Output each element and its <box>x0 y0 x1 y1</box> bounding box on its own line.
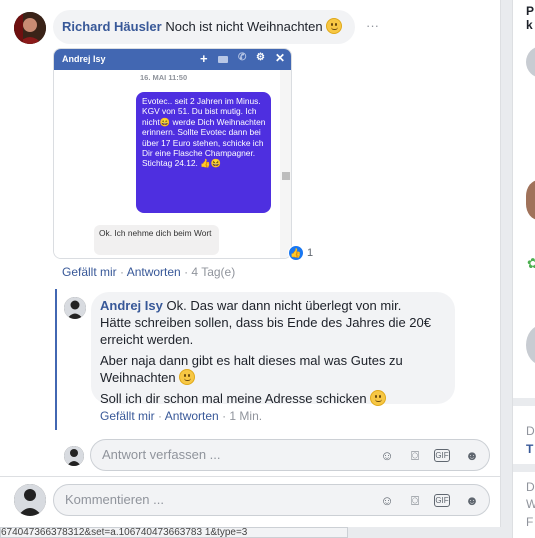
avatar <box>14 484 46 516</box>
reply-text-line: Weihnachten <box>100 370 176 385</box>
reply-text-line: Ok. Das war dann nicht überlegt von mir. <box>166 298 402 313</box>
close-icon: ✕ <box>275 51 286 65</box>
actions-separator: · <box>184 265 189 279</box>
like-link[interactable]: Gefällt mir <box>62 265 117 279</box>
sidebar-link[interactable]: T <box>526 442 533 456</box>
reply-text-line: erreicht werden. <box>100 332 194 347</box>
actions-separator: · <box>158 409 163 423</box>
wink-icon <box>370 390 387 406</box>
chat-date: 16. MAI 11:50 <box>140 73 188 82</box>
sidebar-heading: P <box>526 4 535 18</box>
avatar[interactable] <box>526 180 535 220</box>
reply-text-line: Soll ich dir schon mal meine Adresse sch… <box>100 391 367 406</box>
laughing-icon <box>179 369 196 385</box>
phone-icon: ✆ <box>238 52 247 63</box>
avatar-image <box>64 446 84 466</box>
sidebar-text: D <box>526 480 535 494</box>
comment-input-placeholder: Kommentieren ... <box>65 492 164 507</box>
sticker-icon[interactable]: ☻ <box>463 492 481 510</box>
divider <box>513 464 535 472</box>
scroll-thumb[interactable] <box>282 172 290 180</box>
gif-icon[interactable]: GIF <box>434 494 450 507</box>
actions-separator: · <box>222 409 227 423</box>
reply-text-line: Hätte schreiben sollen, dass bis Ende de… <box>100 315 431 330</box>
reply-text-line: Aber naja dann gibt es halt dieses mal w… <box>100 353 403 368</box>
divider <box>0 476 501 477</box>
sidebar-text: W <box>526 497 535 511</box>
received-message: Ok. Ich nehme dich beim Wort <box>94 225 219 255</box>
reaction-count[interactable]: 1 <box>307 247 313 259</box>
plus-icon: + <box>200 51 208 66</box>
comment-author[interactable]: Richard Häusler <box>62 19 162 34</box>
chat-scrollbar[interactable] <box>280 70 291 258</box>
feed-post: Richard Häusler Noch ist nicht Weihnacht… <box>0 0 501 527</box>
thread-line <box>55 289 57 430</box>
video-icon <box>218 56 228 63</box>
like-reaction-icon[interactable]: 👍 <box>288 245 304 261</box>
reply-bubble: Andrej Isy Ok. Das war dann nicht überle… <box>91 292 455 406</box>
comment-text: Noch ist nicht Weihnachten <box>165 19 323 34</box>
comment-options-button[interactable]: ··· <box>366 18 379 33</box>
sidebar-text: D <box>526 424 535 438</box>
reply-author[interactable]: Andrej Isy <box>100 298 163 313</box>
comment-input[interactable]: Kommentieren ... ☺ ⌼ GIF ☻ <box>53 484 490 516</box>
reply-link[interactable]: Antworten <box>127 265 181 279</box>
chat-title: Andrej Isy <box>62 54 106 64</box>
reply-actions: Gefällt mir · Antworten · 1 Min. <box>100 409 262 423</box>
reply-input-placeholder: Antwort verfassen ... <box>102 447 221 462</box>
avatar-image <box>14 484 46 516</box>
avatar[interactable] <box>526 325 535 365</box>
sticker-icon[interactable]: ☻ <box>463 447 481 465</box>
sent-message: Evotec.. seit 2 Jahren im Minus. KGV von… <box>136 92 271 213</box>
comment-image[interactable]: Andrej Isy + ✆ ⚙ ✕ 16. MAI 11:50 Evotec.… <box>53 48 292 259</box>
camera-icon[interactable]: ⌼ <box>406 447 424 465</box>
smiley-icon <box>326 18 343 34</box>
emoji-icon[interactable]: ☺ <box>378 447 396 465</box>
chat-body: 16. MAI 11:50 Evotec.. seit 2 Jahren im … <box>54 70 291 258</box>
avatar[interactable] <box>64 297 86 319</box>
divider <box>513 398 535 406</box>
plant-icon: ✿ <box>527 255 535 272</box>
comment-actions: Gefällt mir · Antworten · 4 Tag(e) <box>62 265 235 279</box>
avatar[interactable] <box>14 12 46 44</box>
avatar <box>64 446 84 466</box>
reply-time[interactable]: 1 Min. <box>229 409 262 423</box>
comment-time[interactable]: 4 Tag(e) <box>191 265 235 279</box>
avatar[interactable] <box>526 46 535 78</box>
status-bar-url: 674047366378312&set=a.106740473663783 1&… <box>0 527 348 538</box>
sidebar-heading: k <box>526 18 533 32</box>
reply-link[interactable]: Antworten <box>165 409 219 423</box>
like-link[interactable]: Gefällt mir <box>100 409 155 423</box>
gear-icon: ⚙ <box>256 52 265 63</box>
emoji-icon[interactable]: ☺ <box>378 492 396 510</box>
camera-icon[interactable]: ⌼ <box>406 492 424 510</box>
gif-icon[interactable]: GIF <box>434 449 450 462</box>
right-sidebar: P k ✿ D T D W F <box>512 0 535 538</box>
avatar-image <box>14 12 46 44</box>
avatar-image <box>64 297 86 319</box>
chat-header: Andrej Isy + ✆ ⚙ ✕ <box>54 49 291 70</box>
actions-separator: · <box>120 265 125 279</box>
sidebar-text: F <box>526 515 534 529</box>
reply-input[interactable]: Antwort verfassen ... ☺ ⌼ GIF ☻ <box>90 439 490 471</box>
comment-bubble: Richard Häusler Noch ist nicht Weihnacht… <box>53 10 355 44</box>
